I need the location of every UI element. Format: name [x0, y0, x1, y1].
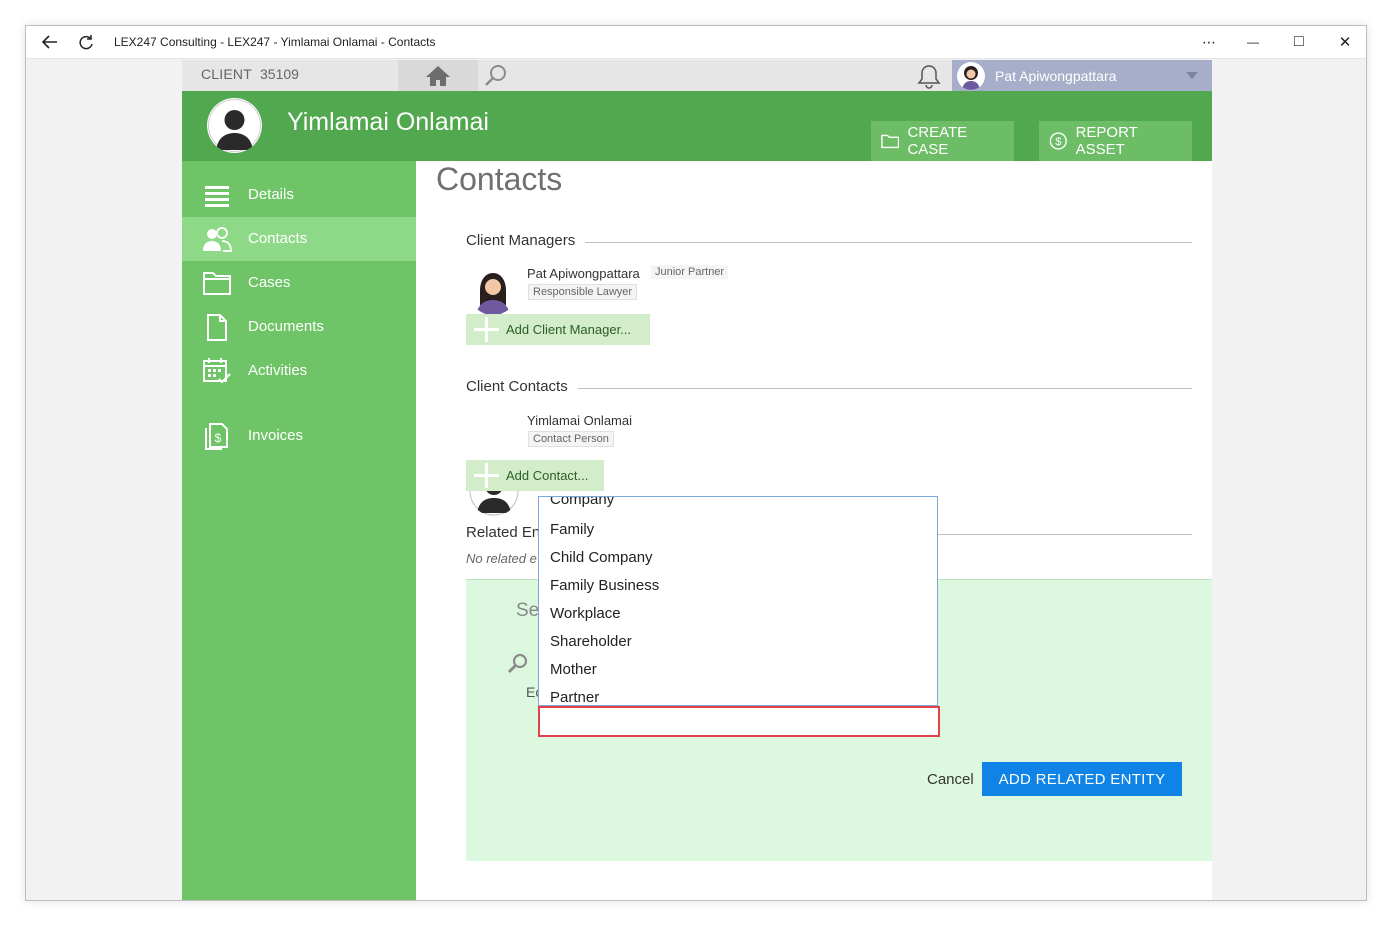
plus-icon — [474, 463, 499, 488]
refresh-button[interactable] — [70, 26, 102, 58]
dollar-circle-icon: $ — [1049, 132, 1067, 150]
calendar-check-icon — [203, 358, 231, 384]
invoice-icon: $ — [205, 423, 228, 450]
sidebar-item-activities[interactable]: Activities — [182, 349, 416, 393]
dropdown-option[interactable]: Mother — [550, 661, 597, 678]
client-label: CLIENT — [201, 66, 252, 82]
cancel-button[interactable]: Cancel — [927, 771, 974, 788]
people-icon — [203, 227, 232, 252]
sidebar-item-contacts[interactable]: Contacts — [182, 217, 416, 261]
sidebar-item-invoices[interactable]: $ Invoices — [182, 414, 416, 458]
add-related-entity-button[interactable]: ADD RELATED ENTITY — [982, 762, 1182, 796]
sidebar-item-label: Invoices — [248, 427, 304, 444]
refresh-icon — [79, 35, 93, 50]
contact-tag: Contact Person — [528, 431, 614, 447]
minimize-button[interactable]: — — [1236, 26, 1270, 58]
create-case-label: CREATE CASE — [907, 124, 968, 158]
woman-avatar-icon — [476, 273, 510, 315]
home-icon[interactable] — [425, 64, 451, 88]
sidebar-item-label: Documents — [248, 318, 324, 335]
dropdown-option[interactable]: Partner — [550, 689, 599, 705]
relation-type-dropdown[interactable]: Company Family Child Company Family Busi… — [538, 496, 938, 706]
user-avatar — [957, 62, 985, 90]
svg-text:$: $ — [215, 431, 222, 445]
dropdown-option[interactable]: Family — [550, 521, 594, 538]
woman-avatar-icon — [962, 66, 980, 90]
svg-text:$: $ — [1055, 136, 1062, 148]
client-name: Yimlamai Onlamai — [287, 108, 489, 136]
sidebar-item-details[interactable]: Details — [182, 173, 416, 217]
contact-name[interactable]: Yimlamai Onlamai — [527, 413, 632, 428]
client-managers-title: Client Managers — [466, 232, 586, 249]
client-avatar — [207, 98, 262, 153]
search-icon[interactable] — [506, 652, 530, 676]
client-contacts-title: Client Contacts — [466, 378, 578, 395]
sidebar-item-label: Contacts — [248, 230, 308, 247]
dropdown-option[interactable]: Company — [550, 497, 614, 508]
person-silhouette-icon — [208, 99, 261, 152]
manager-role: Junior Partner — [651, 265, 729, 279]
manager-name[interactable]: Pat Apiwongpattara — [527, 266, 640, 281]
manager-avatar[interactable] — [468, 265, 518, 315]
dropdown-option[interactable]: Workplace — [550, 605, 621, 622]
title-bar: LEX247 Consulting - LEX247 - Yimlamai On… — [26, 26, 1366, 58]
plus-icon — [474, 317, 499, 342]
panel-title: Se — [516, 600, 540, 621]
document-icon — [207, 314, 227, 341]
list-icon — [205, 186, 229, 207]
folder-icon — [203, 272, 231, 295]
dropdown-option[interactable]: Shareholder — [550, 633, 632, 650]
window-title: LEX247 Consulting - LEX247 - Yimlamai On… — [114, 35, 436, 49]
maximize-button[interactable]: □ — [1282, 26, 1316, 58]
client-header: Yimlamai Onlamai CREATE CASE $ REPORT AS… — [182, 91, 1212, 161]
chevron-down-icon — [1186, 72, 1198, 79]
report-asset-label: REPORT ASSET — [1075, 124, 1138, 158]
app-window: LEX247 Consulting - LEX247 - Yimlamai On… — [25, 25, 1367, 901]
close-button[interactable]: ✕ — [1328, 26, 1362, 58]
add-client-manager-button[interactable]: Add Client Manager... — [466, 314, 650, 345]
create-case-button[interactable]: CREATE CASE — [871, 121, 1014, 161]
back-arrow-icon — [41, 35, 57, 49]
home-area — [398, 60, 478, 91]
sidebar: Details Contacts Cases Documents Activit… — [182, 161, 416, 900]
sidebar-item-documents[interactable]: Documents — [182, 305, 416, 349]
add-contact-label: Add Contact... — [506, 468, 589, 483]
folder-icon — [881, 134, 900, 149]
bell-icon[interactable] — [917, 63, 941, 89]
sidebar-item-label: Details — [248, 186, 294, 203]
client-number: 35109 — [260, 66, 299, 82]
dropdown-option[interactable]: Child Company — [550, 549, 653, 566]
page-title: Contacts — [436, 161, 563, 197]
add-client-manager-label: Add Client Manager... — [506, 322, 632, 337]
top-bar: CLIENT 35109 Pat Apiwongpattara — [182, 60, 1212, 91]
add-contact-button[interactable]: Add Contact... — [466, 460, 604, 491]
more-button[interactable]: ⋯ — [1192, 26, 1226, 58]
search-icon[interactable] — [484, 64, 508, 88]
manager-tag: Responsible Lawyer — [528, 284, 638, 300]
related-empty-text: No related e — [466, 551, 537, 566]
back-button[interactable] — [32, 26, 68, 58]
dropdown-option[interactable]: Family Business — [550, 577, 659, 594]
sidebar-item-cases[interactable]: Cases — [182, 261, 416, 305]
sidebar-item-label: Activities — [248, 362, 308, 379]
sidebar-item-label: Cases — [248, 274, 291, 291]
user-name: Pat Apiwongpattara — [995, 68, 1117, 84]
app-area: CLIENT 35109 Pat Apiwongpattara Yimlamai… — [182, 60, 1212, 900]
relation-type-input[interactable] — [538, 706, 940, 737]
user-menu[interactable]: Pat Apiwongpattara — [952, 60, 1212, 91]
report-asset-button[interactable]: $ REPORT ASSET — [1039, 121, 1192, 161]
